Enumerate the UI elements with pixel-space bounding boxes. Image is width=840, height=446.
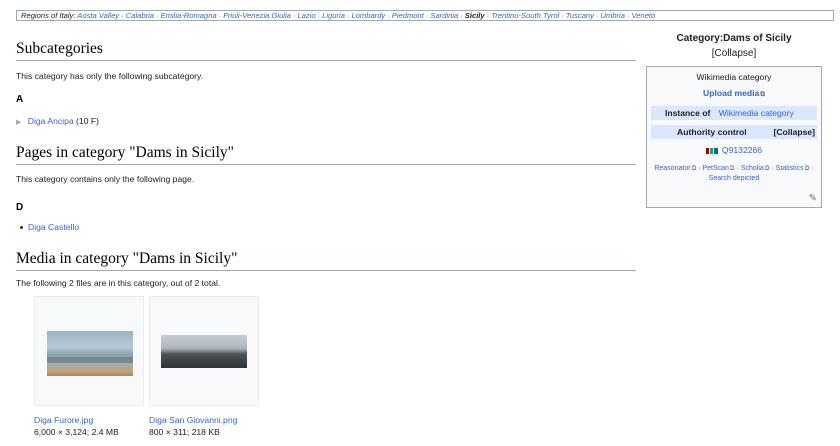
subcategory-link[interactable]: Diga Ancipa xyxy=(28,116,74,126)
subcategory-count: (10 F) xyxy=(76,116,99,126)
expand-triangle-icon[interactable]: ▶ xyxy=(16,119,21,126)
regions-navbox: Regions of Italy: Aosta Valley · Calabria ·… xyxy=(16,10,834,21)
gallery-item: Diga Furore.jpg 6,000 × 3,124; 2.4 MB xyxy=(34,296,144,438)
pages-intro: This category contains only the followin… xyxy=(16,174,195,184)
wikidata-qid-link[interactable]: Q9132266 xyxy=(722,145,762,155)
region-link[interactable]: Lazio xyxy=(297,11,315,20)
wikidata-infobox: Wikimedia category Upload media Instance… xyxy=(646,66,822,208)
region-link[interactable]: Emilia-Romagna xyxy=(161,11,217,20)
region-link[interactable]: Trentino-South Tyrol xyxy=(491,11,559,20)
authority-control-row: Authority control [Collapse] xyxy=(651,125,817,139)
subcategory-letter: A xyxy=(16,94,24,105)
tool-link[interactable]: Search depicted xyxy=(709,175,760,182)
infobox-tools: Reasonator · PetScan · Scholia · Statist… xyxy=(647,164,821,184)
region-link[interactable]: Aosta Valley xyxy=(77,11,119,20)
thumbnail-image[interactable] xyxy=(47,331,133,376)
gallery-thumbnail-frame[interactable] xyxy=(34,296,144,406)
subcategories-intro: This category has only the following sub… xyxy=(16,71,204,81)
page-list-item: Diga Castello xyxy=(20,222,79,232)
region-link[interactable]: Calabria xyxy=(126,11,154,20)
media-intro: The following 2 files are in this catego… xyxy=(16,278,221,288)
thumbnail-image[interactable] xyxy=(161,335,247,368)
tool-link[interactable]: Reasonator xyxy=(654,165,696,172)
authority-collapse-toggle[interactable]: [Collapse] xyxy=(773,125,815,139)
tool-link[interactable]: Scholia xyxy=(741,165,770,172)
infobox-type: Wikimedia category xyxy=(696,72,772,82)
wikidata-qid-row: Q9132266 xyxy=(647,145,821,155)
regions-list: Aosta Valley · Calabria · Emilia-Romagna · Fri… xyxy=(77,11,655,20)
file-link[interactable]: Diga San Giovanni.png xyxy=(149,415,237,425)
upload-media-row: Upload media xyxy=(647,88,821,99)
region-link[interactable]: Liguria xyxy=(322,11,345,20)
subcategory-item: ▶ Diga Ancipa (10 F) xyxy=(16,116,99,126)
file-meta: 6,000 × 3,124; 2.4 MB xyxy=(34,427,119,437)
page-link[interactable]: Diga Castello xyxy=(28,222,79,232)
region-link[interactable]: Tuscany xyxy=(566,11,594,20)
authority-control-label: Authority control xyxy=(677,127,747,137)
region-link[interactable]: Lombardy xyxy=(351,11,385,20)
gallery-item: Diga San Giovanni.png 800 × 311; 218 KB xyxy=(149,296,259,438)
gallery-thumbnail-frame[interactable] xyxy=(149,296,259,406)
region-link: Sicily xyxy=(464,11,485,20)
infobox-title: Category:Dams of Sicily xyxy=(676,33,792,44)
regions-label: Regions of Italy: xyxy=(21,11,76,20)
region-link[interactable]: Friuli-Venezia Giulia xyxy=(223,11,291,20)
instance-of-row: Instance of Wikimedia category xyxy=(651,106,817,120)
tool-link[interactable]: Statistics xyxy=(776,165,810,172)
media-heading: Media in category "Dams in Sicily" xyxy=(16,250,636,271)
subcategories-heading: Subcategories xyxy=(16,40,636,61)
upload-media-link[interactable]: Upload media xyxy=(703,88,765,98)
pages-heading: Pages in category "Dams in Sicily" xyxy=(16,144,636,165)
instance-of-label: Instance of xyxy=(665,108,711,118)
region-link[interactable]: Sardinia xyxy=(430,11,458,20)
region-link[interactable]: Umbria xyxy=(600,11,624,20)
bullet-icon xyxy=(20,226,23,230)
region-link[interactable]: Veneto xyxy=(631,11,655,20)
instance-of-value[interactable]: Wikimedia category xyxy=(719,108,794,118)
region-link[interactable]: Piedmont xyxy=(392,11,424,20)
pages-letter: D xyxy=(16,202,24,213)
file-link[interactable]: Diga Furore.jpg xyxy=(34,415,93,425)
file-meta: 800 × 311; 218 KB xyxy=(149,427,220,437)
infobox-collapse-toggle[interactable]: [Collapse] xyxy=(646,48,822,59)
tool-link[interactable]: PetScan xyxy=(702,165,734,172)
pencil-icon[interactable]: ✎ xyxy=(809,193,817,204)
wikidata-barcode-icon xyxy=(705,147,718,154)
